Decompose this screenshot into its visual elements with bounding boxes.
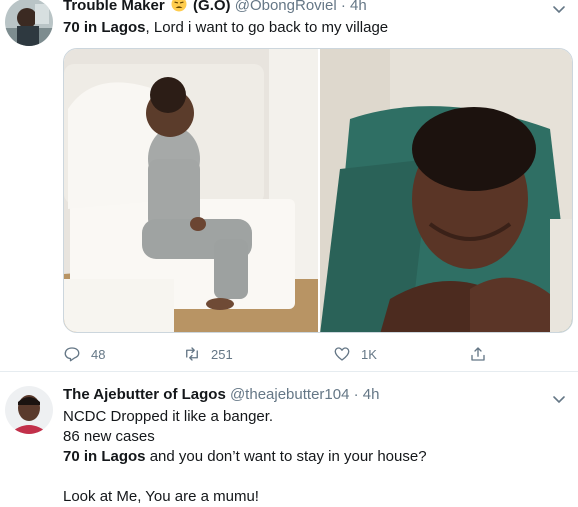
photo-man-crying[interactable] <box>320 49 572 332</box>
reply-count: 48 <box>91 346 106 362</box>
tweet-line: Look at Me, You are a mumu! <box>63 488 259 505</box>
weary-face-emoji-icon <box>171 0 187 12</box>
tweet[interactable]: The Ajebutter of Lagos @theajebutter104 … <box>0 378 578 507</box>
like-button[interactable]: 1K <box>333 344 377 364</box>
tweet[interactable]: Trouble Maker (G.O) @ObongRoviel · 4h 70… <box>0 0 578 368</box>
tweet-header: The Ajebutter of Lagos @theajebutter104 … <box>63 386 379 403</box>
bold-text: 70 in Lagos <box>63 19 146 36</box>
tweet-media[interactable] <box>63 48 573 333</box>
like-count: 1K <box>361 346 377 362</box>
share-button[interactable] <box>469 344 487 364</box>
tweet-line: 70 in Lagos and you don’t want to stay i… <box>63 447 558 467</box>
retweet-icon <box>183 345 201 363</box>
photo-child-on-couch[interactable] <box>64 49 318 332</box>
tweet-text: 70 in Lagos, Lord i want to go back to m… <box>63 18 558 38</box>
avatar[interactable] <box>5 0 53 46</box>
user-handle[interactable]: @ObongRoviel <box>235 0 337 14</box>
tweet-line: 70 in Lagos, Lord i want to go back to m… <box>63 18 558 38</box>
retweet-button[interactable]: 251 <box>183 344 233 364</box>
tweet-text: NCDC Dropped it like a banger. 86 new ca… <box>63 407 558 507</box>
separator-dot: · <box>353 386 359 403</box>
text-run: and you don’t want to stay in your house… <box>145 448 427 465</box>
reply-button[interactable]: 48 <box>63 344 105 364</box>
chevron-down-icon[interactable] <box>552 392 566 404</box>
display-name[interactable]: Trouble Maker <box>63 0 165 14</box>
user-handle[interactable]: @theajebutter104 <box>230 386 349 403</box>
retweet-count: 251 <box>211 346 233 362</box>
bold-text: 70 in Lagos <box>63 448 146 465</box>
reply-icon <box>63 345 81 363</box>
display-name[interactable]: The Ajebutter of Lagos <box>63 386 226 403</box>
timestamp[interactable]: 4h <box>363 386 380 403</box>
tweet-actions: 48 251 1K <box>63 344 533 364</box>
tweet-divider <box>0 371 578 372</box>
separator-dot: · <box>340 0 346 14</box>
tweet-header: Trouble Maker (G.O) @ObongRoviel · 4h <box>63 0 367 14</box>
share-icon <box>469 345 487 363</box>
chevron-down-icon[interactable] <box>552 2 566 14</box>
tweet-line: 86 new cases <box>63 428 155 445</box>
tweet-line: NCDC Dropped it like a banger. <box>63 408 274 425</box>
heart-icon <box>333 345 351 363</box>
timestamp[interactable]: 4h <box>350 0 367 14</box>
name-suffix: (G.O) <box>193 0 231 14</box>
text-run: , Lord i want to go back to my village <box>145 19 389 36</box>
avatar[interactable] <box>5 386 53 434</box>
